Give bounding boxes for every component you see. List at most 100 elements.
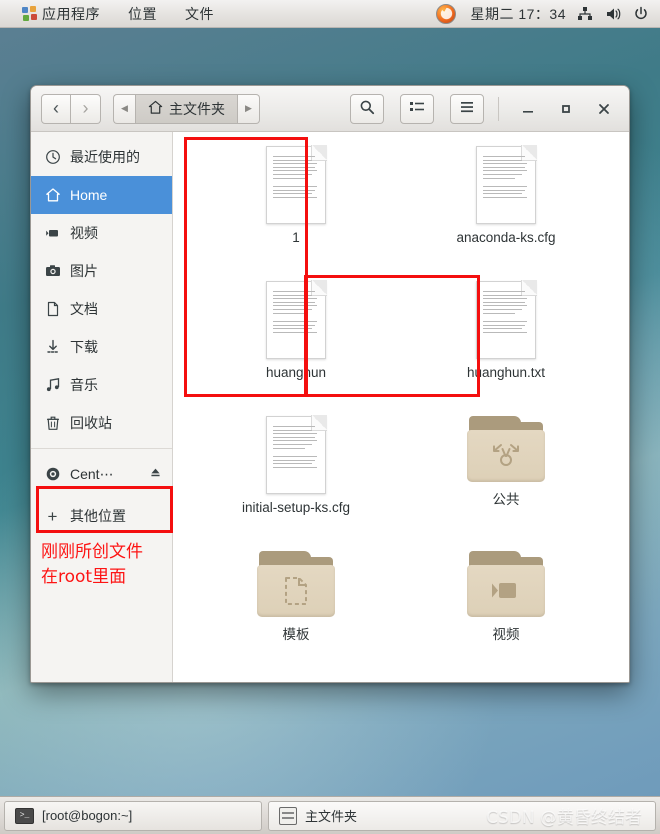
nav-buttons: ‹ › xyxy=(41,93,101,124)
sidebar-item-device[interactable]: Cent⋯ xyxy=(31,455,172,493)
template-icon xyxy=(257,565,335,617)
annotation-text: 刚刚所创文件 在root里面 xyxy=(41,540,143,590)
taskbar-files-label: 主文件夹 xyxy=(305,809,358,824)
taskbar-item-terminal[interactable]: >_ [root@bogon:~] xyxy=(4,800,262,831)
document-file-icon xyxy=(476,145,537,224)
sidebar-item-pictures[interactable]: 图片 xyxy=(31,252,172,290)
sidebar-item-documents[interactable]: 文档 xyxy=(31,290,172,328)
file-list-view[interactable]: 1 anaconda-ks.cfg huanghun huanghun.txt … xyxy=(173,132,629,682)
sidebar-item-recent[interactable]: 最近使用的 xyxy=(31,138,172,176)
top-panel: 应用程序 位置 文件 星期二 17：34 xyxy=(0,0,660,28)
file-item[interactable]: initial-setup-ks.cfg xyxy=(191,410,401,543)
sidebar-label-trash: 回收站 xyxy=(70,415,112,431)
sidebar-divider xyxy=(31,448,172,449)
sidebar-label-recent: 最近使用的 xyxy=(70,149,140,165)
panel-tray: 星期二 17：34 xyxy=(436,3,660,24)
files-icon xyxy=(279,806,297,825)
trash-icon xyxy=(44,415,61,432)
sidebar-item-other-locations[interactable]: + 其他位置 xyxy=(31,493,172,539)
document-file-icon xyxy=(266,415,327,494)
clock[interactable]: 星期二 17：34 xyxy=(470,4,566,24)
camera-icon xyxy=(44,263,61,280)
folder-icon xyxy=(467,416,545,482)
taskbar-terminal-label: [root@bogon:~] xyxy=(42,808,133,823)
back-button[interactable]: ‹ xyxy=(41,93,71,124)
file-item[interactable]: huanghun.txt xyxy=(401,275,611,408)
sidebar-label-pictures: 图片 xyxy=(70,263,98,279)
maximize-button[interactable] xyxy=(551,94,581,124)
power-icon[interactable] xyxy=(632,5,650,23)
folder-name: 模板 xyxy=(282,627,310,642)
breadcrumb-prev-icon[interactable]: ◀ xyxy=(113,93,135,124)
sidebar-label-videos: 视频 xyxy=(70,225,98,241)
menu-places[interactable]: 位置 xyxy=(114,2,171,26)
list-view-icon xyxy=(409,99,425,118)
eject-icon[interactable] xyxy=(149,466,162,482)
folder-item[interactable]: 视频 xyxy=(401,545,611,678)
folder-name: 公共 xyxy=(492,492,520,507)
annotation-line-1: 刚刚所创文件 xyxy=(41,542,143,562)
sidebar-label-downloads: 下载 xyxy=(70,339,98,355)
document-file-icon xyxy=(266,145,327,224)
sidebar: 最近使用的 Home 视频 图片 文档 下载 音乐 回收站 Cent⋯ + 其他… xyxy=(31,132,173,682)
folder-icon xyxy=(467,551,545,617)
applications-icon xyxy=(22,5,38,22)
sidebar-label-other-locations: 其他位置 xyxy=(70,508,126,524)
home-icon xyxy=(148,100,163,118)
breadcrumb: ◀ 主文件夹 ▶ xyxy=(113,93,260,124)
sidebar-label-music: 音乐 xyxy=(70,377,98,393)
sidebar-item-home[interactable]: Home xyxy=(31,176,172,214)
document-file-icon xyxy=(266,280,327,359)
menu-applications-label: 应用程序 xyxy=(42,5,100,22)
sidebar-item-trash[interactable]: 回收站 xyxy=(31,404,172,442)
breadcrumb-next-icon[interactable]: ▶ xyxy=(238,93,260,124)
panel-menu: 应用程序 位置 文件 xyxy=(0,2,228,26)
window-titlebar: ‹ › ◀ 主文件夹 ▶ xyxy=(31,86,629,132)
document-file-icon xyxy=(476,280,537,359)
breadcrumb-home[interactable]: 主文件夹 xyxy=(135,93,238,124)
sidebar-item-videos[interactable]: 视频 xyxy=(31,214,172,252)
file-grid: 1 anaconda-ks.cfg huanghun huanghun.txt … xyxy=(173,132,629,678)
menu-files[interactable]: 文件 xyxy=(171,2,228,26)
file-item[interactable]: huanghun xyxy=(191,275,401,408)
file-name: anaconda-ks.cfg xyxy=(456,230,556,245)
search-icon xyxy=(359,99,375,118)
share-icon xyxy=(467,430,545,482)
file-item[interactable]: 1 xyxy=(191,140,401,273)
search-button[interactable] xyxy=(350,93,384,124)
video-icon xyxy=(44,225,61,242)
volume-icon[interactable] xyxy=(604,5,622,23)
video-icon xyxy=(467,565,545,617)
firefox-icon[interactable] xyxy=(436,3,457,24)
plus-icon: + xyxy=(47,506,58,526)
document-icon xyxy=(44,301,61,318)
close-button[interactable] xyxy=(589,94,619,124)
menu-button[interactable] xyxy=(450,93,484,124)
file-name: huanghun.txt xyxy=(466,365,546,380)
sidebar-item-downloads[interactable]: 下载 xyxy=(31,328,172,366)
network-icon[interactable] xyxy=(576,5,594,23)
home-icon xyxy=(44,187,61,204)
file-item[interactable]: anaconda-ks.cfg xyxy=(401,140,611,273)
menu-applications[interactable]: 应用程序 xyxy=(8,2,114,26)
folder-item[interactable]: 公共 xyxy=(401,410,611,543)
file-name: initial-setup-ks.cfg xyxy=(241,500,351,515)
watermark: CSDN @黄昏终结者 xyxy=(486,808,642,828)
sidebar-label-device: Cent⋯ xyxy=(70,465,114,482)
titlebar-separator xyxy=(498,96,499,121)
window-body: 最近使用的 Home 视频 图片 文档 下载 音乐 回收站 Cent⋯ + 其他… xyxy=(31,132,629,682)
hamburger-menu-icon xyxy=(459,99,475,118)
folder-name: 视频 xyxy=(492,627,520,642)
music-icon xyxy=(44,377,61,394)
view-list-button[interactable] xyxy=(400,93,434,124)
folder-icon xyxy=(257,551,335,617)
folder-item[interactable]: 模板 xyxy=(191,545,401,678)
breadcrumb-label: 主文件夹 xyxy=(169,100,225,117)
forward-button[interactable]: › xyxy=(71,93,101,124)
file-name: huanghun xyxy=(265,365,327,380)
minimize-button[interactable] xyxy=(513,94,543,124)
sidebar-item-music[interactable]: 音乐 xyxy=(31,366,172,404)
annotation-line-2: 在root里面 xyxy=(41,567,127,587)
file-manager-window: ‹ › ◀ 主文件夹 ▶ 最近使用的 Home 视频 图片 文档 下载 音乐 回… xyxy=(30,85,630,683)
file-name: 1 xyxy=(292,230,300,245)
